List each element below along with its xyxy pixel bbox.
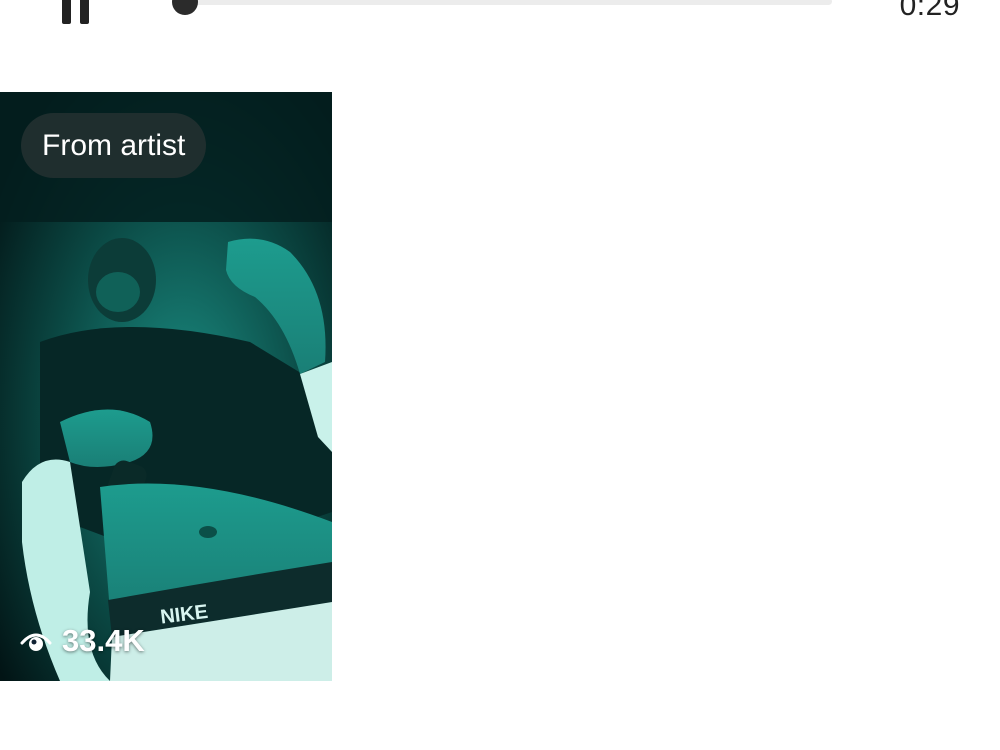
video-page: 0:29 NIKE From artist 33.4K (0, 0, 1000, 750)
video-thumbnail-card[interactable]: NIKE From artist 33.4K (0, 92, 332, 681)
eye-icon (20, 633, 52, 651)
playback-time: 0:29 (899, 0, 960, 22)
view-count: 33.4K (20, 623, 145, 659)
progress-track (184, 0, 832, 5)
player-bar: 0:29 (0, 0, 1000, 40)
pause-button[interactable] (58, 0, 98, 26)
playback-progress-slider[interactable] (172, 0, 832, 22)
pause-icon (62, 0, 89, 24)
video-thumbnail-image: NIKE (0, 92, 332, 681)
from-artist-badge: From artist (21, 113, 207, 178)
view-count-value: 33.4K (62, 623, 145, 658)
progress-thumb[interactable] (172, 0, 198, 15)
